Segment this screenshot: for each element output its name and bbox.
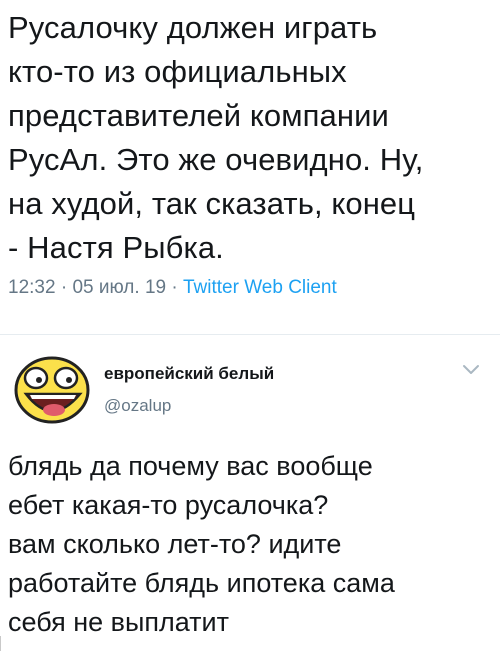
reply-handle[interactable]: @ozalup (104, 396, 171, 416)
edge-line (0, 636, 1, 651)
tweet-client-link[interactable]: Twitter Web Client (183, 277, 337, 298)
tweet-date[interactable]: 05 июл. 19 (72, 277, 166, 298)
tweet-text: Русалочку должен играть кто-то из официа… (8, 10, 424, 265)
meta-separator: · (171, 277, 178, 298)
reply-header: европейский белый @ozalup (12, 352, 488, 424)
chevron-down-icon[interactable] (462, 364, 480, 376)
reply-display-name[interactable]: европейский белый (104, 364, 274, 384)
original-tweet: Русалочку должен играть кто-то из официа… (8, 6, 492, 300)
awesome-face-icon (14, 356, 90, 424)
tweet-time[interactable]: 12:32 (8, 277, 56, 298)
avatar[interactable] (12, 354, 92, 426)
divider (0, 334, 500, 335)
tweet-meta: 12:32 · 05 июл. 19 · Twitter Web Client (8, 276, 492, 300)
meta-separator: · (60, 277, 68, 298)
reply-text: блядь да почему вас вообще ебет какая-то… (8, 451, 395, 637)
